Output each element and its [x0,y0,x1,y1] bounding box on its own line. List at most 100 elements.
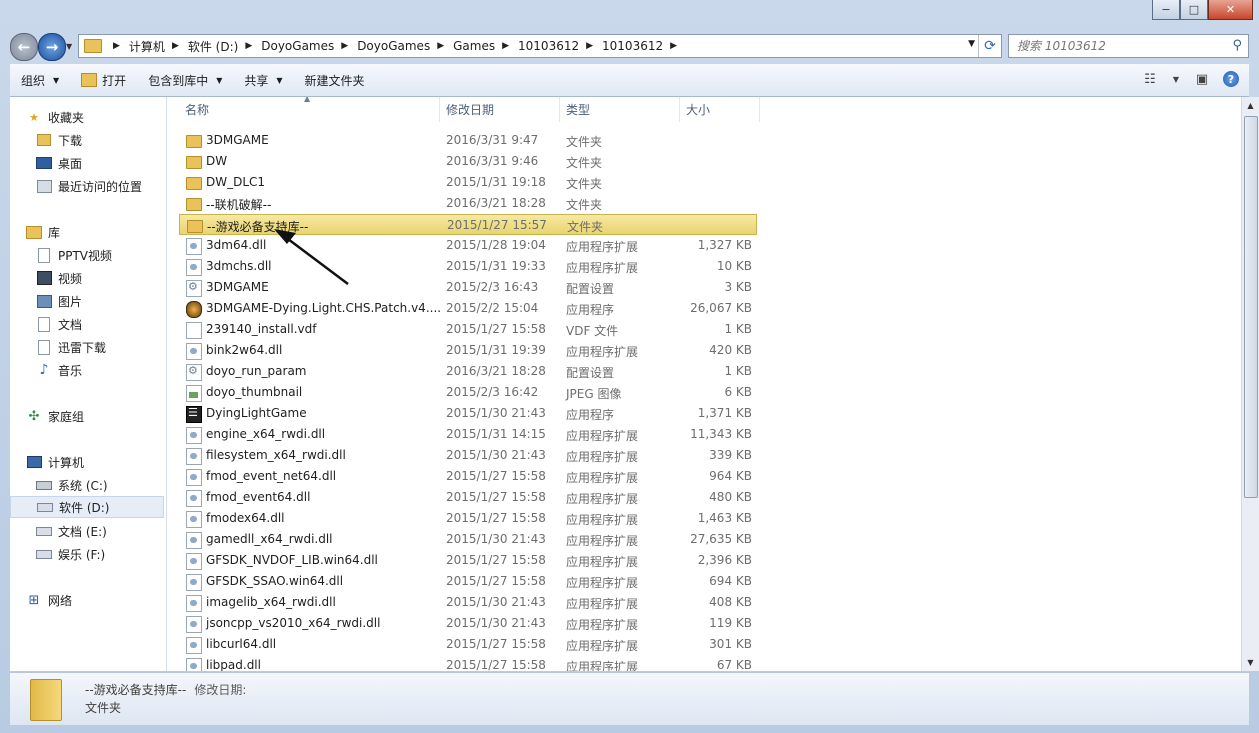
breadcrumb-item-computer[interactable]: 计算机 ▶ [129,38,188,55]
breadcrumb-item-drive-d[interactable]: 软件 (D:) ▶ [188,38,261,55]
config-icon [186,280,202,297]
file-row[interactable]: engine_x64_rwdi.dll 2015/1/31 14:15 应用程序扩展… [179,424,757,445]
share-menu[interactable]: 共享 ▼ [233,68,293,92]
close-button[interactable]: ✕ [1208,0,1253,20]
file-row[interactable]: imagelib_x64_rwdi.dll 2015/1/30 21:43 应用程序… [179,592,757,613]
file-type: 应用程序扩展 [566,492,639,506]
file-name: DW_DLC1 [206,175,266,189]
file-row[interactable]: DW 2016/3/31 9:46 文件夹 [179,151,757,172]
file-row[interactable]: libcurl64.dll 2015/1/27 15:58 应用程序扩展 301 KB [179,634,757,655]
column-header-size[interactable]: 大小 [680,97,760,122]
file-date: 2015/2/3 16:42 [446,385,539,399]
file-date: 2015/1/31 14:15 [446,427,546,441]
file-row[interactable]: jsoncpp_vs2010_x64_rwdi.dll 2015/1/30 21:… [179,613,757,634]
file-size: 1 KB [724,364,752,378]
help-icon[interactable]: ? [1223,71,1239,87]
file-date: 2015/1/27 15:57 [447,218,547,232]
drive-icon [36,524,52,538]
column-header-date[interactable]: 修改日期 [440,97,560,122]
search-box[interactable]: ⚲ [1008,34,1249,58]
column-header-name[interactable]: 名称 [179,97,440,122]
open-button[interactable]: 打开 [70,68,137,92]
search-icon[interactable]: ⚲ [1232,38,1242,53]
breadcrumb-item-doyogames[interactable]: DoyoGames ▶ [261,39,357,53]
column-header-type[interactable]: 类型 [560,97,680,122]
chevron-down-icon: ▼ [216,75,223,85]
search-input[interactable] [1009,38,1219,54]
address-history-dropdown-icon[interactable]: ▼ [968,39,975,49]
new-folder-button[interactable]: 新建文件夹 [294,68,376,92]
back-button[interactable]: ← [10,33,38,61]
chevron-right-icon[interactable]: ▶ [437,41,444,51]
minimize-button[interactable]: − [1152,0,1180,20]
include-in-library-menu[interactable]: 包含到库中 ▼ [137,68,233,92]
file-row[interactable]: bink2w64.dll 2015/1/31 19:39 应用程序扩展 420 KB [179,340,757,361]
nav-label: 系统 (C:) [58,478,108,493]
forward-button[interactable]: → [38,33,66,61]
file-date: 2015/1/27 15:58 [446,490,546,504]
breadcrumb-item-doyogames-2[interactable]: DoyoGames ▶ [357,39,453,53]
file-row[interactable]: 3dm64.dll 2015/1/28 19:04 应用程序扩展 1,327 KB [179,235,757,256]
file-row[interactable]: libpad.dll 2015/1/27 15:58 应用程序扩展 67 KB [179,655,757,671]
file-row[interactable]: doyo_thumbnail 2015/2/3 16:42 JPEG 图像 6 KB [179,382,757,403]
file-row[interactable]: GFSDK_NVDOF_LIB.win64.dll 2015/1/27 15:58… [179,550,757,571]
chevron-right-icon[interactable]: ▶ [245,41,252,51]
file-row[interactable]: --联机破解-- 2016/3/21 18:28 文件夹 [179,193,757,214]
file-type: 文件夹 [566,135,603,149]
file-row[interactable]: DW_DLC1 2015/1/31 19:18 文件夹 [179,172,757,193]
explorer-window: − □ ✕ ← → ▼ ▶ 计算机 ▶ 软件 (D:) ▶ DoyoGames ▶ D… [0,0,1259,733]
breadcrumb-separator[interactable]: ▶ [106,41,129,51]
file-row[interactable]: fmod_event64.dll 2015/1/27 15:58 应用程序扩展 480… [179,487,757,508]
file-row[interactable]: 3DMGAME-Dying.Light.CHS.Patch.v4.... 2015… [179,298,757,319]
file-row[interactable]: fmod_event_net64.dll 2015/1/27 15:58 应用程序扩… [179,466,757,487]
breadcrumb-item-games[interactable]: Games ▶ [453,39,518,53]
breadcrumb-item-10103612[interactable]: 10103612 ▶ [518,39,602,53]
scroll-up-icon[interactable]: ▲ [1242,97,1259,114]
file-name: DyingLightGame [206,406,307,420]
file-row[interactable]: doyo_run_param 2016/3/21 18:28 配置设置 1 KB [179,361,757,382]
chevron-right-icon[interactable]: ▶ [670,41,677,51]
file-row[interactable]: fmodex64.dll 2015/1/27 15:58 应用程序扩展 1,463 K… [179,508,757,529]
scroll-down-icon[interactable]: ▼ [1242,654,1259,671]
scrollbar-thumb[interactable] [1244,116,1258,498]
chevron-right-icon[interactable]: ▶ [502,41,509,51]
file-type: 应用程序扩展 [566,576,639,590]
nav-computer[interactable]: 计算机 [26,451,181,473]
file-row[interactable]: DyingLightGame 2015/1/30 21:43 应用程序 1,371 K… [179,403,757,424]
nav-libraries[interactable]: 库 [26,221,181,243]
file-name: 3dmchs.dll [206,259,272,273]
file-row[interactable]: filesystem_x64_rwdi.dll 2015/1/30 21:43 应用… [179,445,757,466]
nav-network[interactable]: ⊞ 网络 [26,589,181,611]
file-row[interactable]: 239140_install.vdf 2015/1/27 15:58 VDF 文件 1… [179,319,757,340]
nav-homegroup[interactable]: ✣ 家庭组 [26,405,181,427]
view-options-icon[interactable]: ☷ [1139,68,1161,90]
chevron-right-icon[interactable]: ▶ [172,41,179,51]
preview-pane-icon[interactable]: ▣ [1191,68,1213,90]
file-row[interactable]: 3dmchs.dll 2015/1/31 19:33 应用程序扩展 10 KB [179,256,757,277]
refresh-button[interactable]: ⟳ [978,35,1001,57]
file-type: 应用程序扩展 [566,429,639,443]
breadcrumb-item-10103612-current[interactable]: 10103612 ▶ [602,39,686,53]
vertical-scrollbar[interactable]: ▲ ▼ [1241,97,1259,671]
dll-icon [186,448,202,465]
view-dropdown-icon[interactable]: ▼ [1171,68,1181,90]
file-row[interactable]: 3DMGAME 2016/3/31 9:47 文件夹 [179,130,757,151]
column-label: 大小 [686,103,711,117]
chevron-right-icon[interactable]: ▶ [341,41,348,51]
file-size: 339 KB [709,448,752,462]
file-row[interactable]: 3DMGAME 2015/2/3 16:43 配置设置 3 KB [179,277,757,298]
nav-favorites[interactable]: ★ 收藏夹 [26,106,181,128]
recent-pages-dropdown-icon[interactable]: ▼ [66,42,72,51]
chevron-right-icon[interactable]: ▶ [586,41,593,51]
nav-drive-d[interactable]: 软件 (D:) [10,496,164,518]
file-row[interactable]: GFSDK_SSAO.win64.dll 2015/1/27 15:58 应用程序扩… [179,571,757,592]
file-row[interactable]: gamedll_x64_rwdi.dll 2015/1/30 21:43 应用程序扩… [179,529,757,550]
pictures-icon [36,294,52,308]
maximize-button[interactable]: □ [1180,0,1208,20]
address-bar[interactable]: ▶ 计算机 ▶ 软件 (D:) ▶ DoyoGames ▶ DoyoGames ▶ Ga… [78,34,1002,58]
organize-menu[interactable]: 组织 ▼ [10,68,70,92]
file-name: gamedll_x64_rwdi.dll [206,532,333,546]
file-row[interactable]: --游戏必备支持库-- 2015/1/27 15:57 文件夹 [179,214,757,235]
navigation-bar: ← → ▼ ▶ 计算机 ▶ 软件 (D:) ▶ DoyoGames ▶ DoyoGam… [0,28,1259,62]
homegroup-icon: ✣ [28,408,40,424]
